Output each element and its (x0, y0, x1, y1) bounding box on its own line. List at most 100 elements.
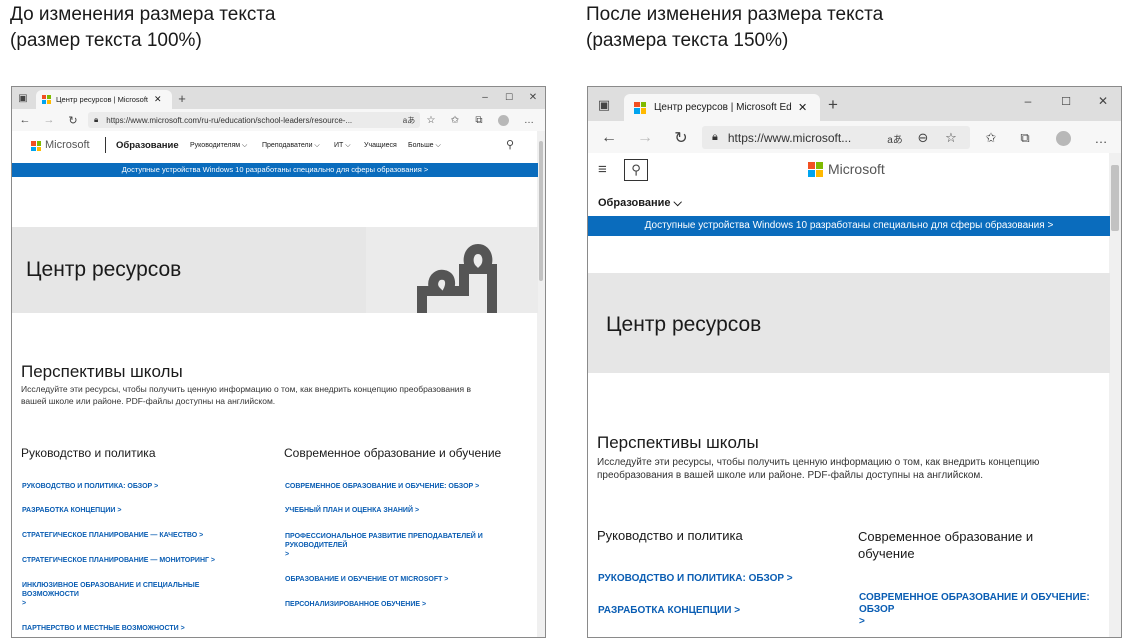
read-aloud-icon[interactable]: aあ (886, 129, 904, 147)
column-title-modern-education-line2: обучение (858, 546, 915, 561)
nav-education[interactable]: Образование ⌵ (598, 197, 682, 210)
nav-item-more[interactable]: Больше ⌵ (408, 142, 441, 150)
link-modern-education-overview[interactable]: Современное образование и обучение: обзо… (859, 592, 1090, 628)
lock-icon: 🔒︎ (712, 131, 718, 143)
page-content: Microsoft Образование Руководителям ⌵ Пр… (12, 131, 545, 637)
collections-icon[interactable]: ⧉ (1016, 129, 1034, 147)
promo-banner[interactable]: Доступные устройства Windows 10 разработ… (588, 216, 1110, 236)
puzzle-icon (417, 243, 497, 313)
promo-banner[interactable]: Доступные устройства Windows 10 разработ… (12, 163, 538, 177)
caption-after: После изменения размера текста (размера … (586, 2, 883, 54)
page-content: ≡ ⚲ Microsoft Образование ⌵ Доступные ус… (588, 153, 1121, 637)
caption-before: До изменения размера текста (размер текс… (10, 2, 275, 54)
link-professional-development[interactable]: Профессиональное развитие преподавателей… (285, 532, 483, 559)
browser-window-100: ▣ Центр ресурсов | Microsoft Edu ✕ + – ☐… (11, 86, 546, 638)
column-title-leadership: Руководство и политика (597, 528, 743, 543)
link-strategic-planning-quality[interactable]: Стратегическое планирование — качество > (22, 532, 203, 539)
chevron-right-icon: > (859, 616, 865, 627)
section-description-line1: Исследуйте эти ресурсы, чтобы получить ц… (597, 457, 1040, 468)
tab-actions-icon[interactable]: ▣ (596, 97, 612, 113)
hero-title: Центр ресурсов (606, 313, 762, 336)
microsoft-favicon-icon (634, 101, 646, 114)
chevron-right-icon: > (22, 600, 27, 607)
minimize-icon[interactable]: – (1020, 93, 1036, 109)
column-title-leadership: Руководство и политика (21, 446, 156, 460)
caption-before-line2: (размер текста 100%) (10, 30, 202, 51)
link-inclusive-education-line2: возможности (22, 591, 79, 598)
column-title-modern-education-line1: Современное образование и (858, 529, 1034, 544)
link-personalized-learning[interactable]: Персонализированное обучение > (285, 601, 426, 608)
maximize-icon[interactable]: ☐ (1058, 93, 1074, 109)
maximize-icon[interactable]: ☐ (502, 90, 516, 104)
nav-item-it[interactable]: ИТ ⌵ (334, 142, 351, 150)
scrollbar-thumb[interactable] (539, 141, 543, 281)
settings-menu-icon[interactable]: … (522, 113, 536, 127)
url-text: https://www.microsoft.com/ru-ru/educatio… (106, 115, 353, 125)
scrollbar-thumb[interactable] (1111, 165, 1119, 231)
brand-name[interactable]: Microsoft (45, 139, 90, 151)
favorites-icon[interactable]: ✩ (982, 129, 1000, 147)
brand-name[interactable]: Microsoft (828, 161, 885, 177)
url-text: https://www.microsoft... (727, 130, 852, 145)
hamburger-menu-icon[interactable]: ≡ (598, 161, 607, 178)
hero-section: Центр ресурсов (588, 273, 1110, 373)
link-microsoft-education[interactable]: Образование и обучение от Microsoft > (285, 576, 448, 583)
link-curriculum-assessment[interactable]: Учебный план и оценка знаний > (285, 507, 419, 514)
vertical-scrollbar[interactable] (537, 131, 545, 637)
search-icon: ⚲ (631, 162, 641, 177)
link-modern-education-overview[interactable]: Современное образование и обучение: обзо… (285, 483, 479, 490)
section-description-line2: вашей школе или районе. PDF-файлы доступ… (21, 396, 276, 406)
link-leadership-overview[interactable]: Руководство и политика: обзор > (22, 483, 158, 490)
link-strategic-planning-monitoring[interactable]: Стратегическое планирование — мониторинг… (22, 557, 215, 564)
settings-menu-icon[interactable]: … (1092, 129, 1110, 147)
tab-title: Центр ресурсов | Microsoft Edu (56, 95, 150, 104)
toolbar: ← → ↻ 🔒︎ https://www.microsoft.com/ru-ru… (12, 109, 545, 131)
hero-section: Центр ресурсов (12, 227, 538, 313)
tab-close-icon[interactable]: ✕ (154, 94, 162, 105)
tab-actions-icon[interactable]: ▣ (16, 91, 30, 105)
forward-icon[interactable]: → (42, 113, 56, 127)
link-partnership[interactable]: Партнерство и местные возможности > (22, 625, 185, 632)
nav-item-students[interactable]: Учащиеся (364, 142, 397, 149)
close-window-icon[interactable]: ✕ (1095, 93, 1111, 109)
address-bar[interactable]: 🔒︎ https://www.microsoft.com/ru-ru/educa… (88, 112, 420, 128)
back-icon[interactable]: ← (18, 113, 32, 127)
minimize-icon[interactable]: – (478, 90, 492, 104)
close-window-icon[interactable]: ✕ (526, 90, 540, 104)
refresh-icon[interactable]: ↻ (66, 113, 80, 127)
add-favorite-icon[interactable]: ☆ (942, 129, 960, 147)
refresh-icon[interactable]: ↻ (672, 129, 690, 147)
link-inclusive-education-line1: Инклюзивное образование и специальные (22, 582, 200, 589)
hero-image (366, 227, 538, 313)
profile-avatar-icon[interactable] (496, 113, 510, 127)
read-aloud-icon[interactable]: aあ (402, 113, 416, 127)
zoom-icon[interactable]: ⊖ (914, 129, 932, 147)
add-favorite-icon[interactable]: ☆ (424, 113, 438, 127)
collections-icon[interactable]: ⧉ (472, 113, 486, 127)
link-leadership-overview[interactable]: Руководство и политика: обзор > (598, 573, 793, 584)
vertical-scrollbar[interactable] (1109, 153, 1121, 637)
profile-avatar-icon[interactable] (1054, 129, 1072, 147)
search-icon[interactable]: ⚲ (506, 138, 514, 151)
browser-tab[interactable]: Центр ресурсов | Microsoft Edu ✕ (624, 94, 820, 121)
title-bar: ▣ Центр ресурсов | Microsoft Edu ✕ + – ☐… (12, 87, 545, 109)
caption-after-line1: После изменения размера текста (586, 4, 884, 25)
link-concept-development[interactable]: Разработка концепции > (22, 507, 121, 514)
browser-window-150: ▣ Центр ресурсов | Microsoft Edu ✕ + – ☐… (587, 86, 1122, 638)
new-tab-icon[interactable]: + (175, 90, 189, 106)
nav-education[interactable]: Образование (116, 140, 179, 151)
back-icon[interactable]: ← (600, 129, 618, 147)
search-button[interactable]: ⚲ (624, 159, 648, 181)
nav-item-teachers[interactable]: Преподаватели ⌵ (262, 142, 320, 150)
section-description-line1: Исследуйте эти ресурсы, чтобы получить ц… (21, 384, 472, 394)
tab-close-icon[interactable]: ✕ (798, 101, 807, 114)
link-concept-development[interactable]: Разработка концепции > (598, 605, 740, 616)
browser-tab[interactable]: Центр ресурсов | Microsoft Edu ✕ (36, 90, 172, 109)
forward-icon[interactable]: → (636, 129, 654, 147)
chevron-right-icon: > (285, 551, 290, 558)
link-inclusive-education[interactable]: Инклюзивное образование и специальные во… (22, 581, 199, 608)
favorites-icon[interactable]: ✩ (448, 113, 462, 127)
new-tab-icon[interactable]: + (824, 95, 842, 114)
nav-item-leaders[interactable]: Руководителям ⌵ (190, 142, 247, 150)
link-professional-development-line2: руководителей (285, 542, 348, 549)
